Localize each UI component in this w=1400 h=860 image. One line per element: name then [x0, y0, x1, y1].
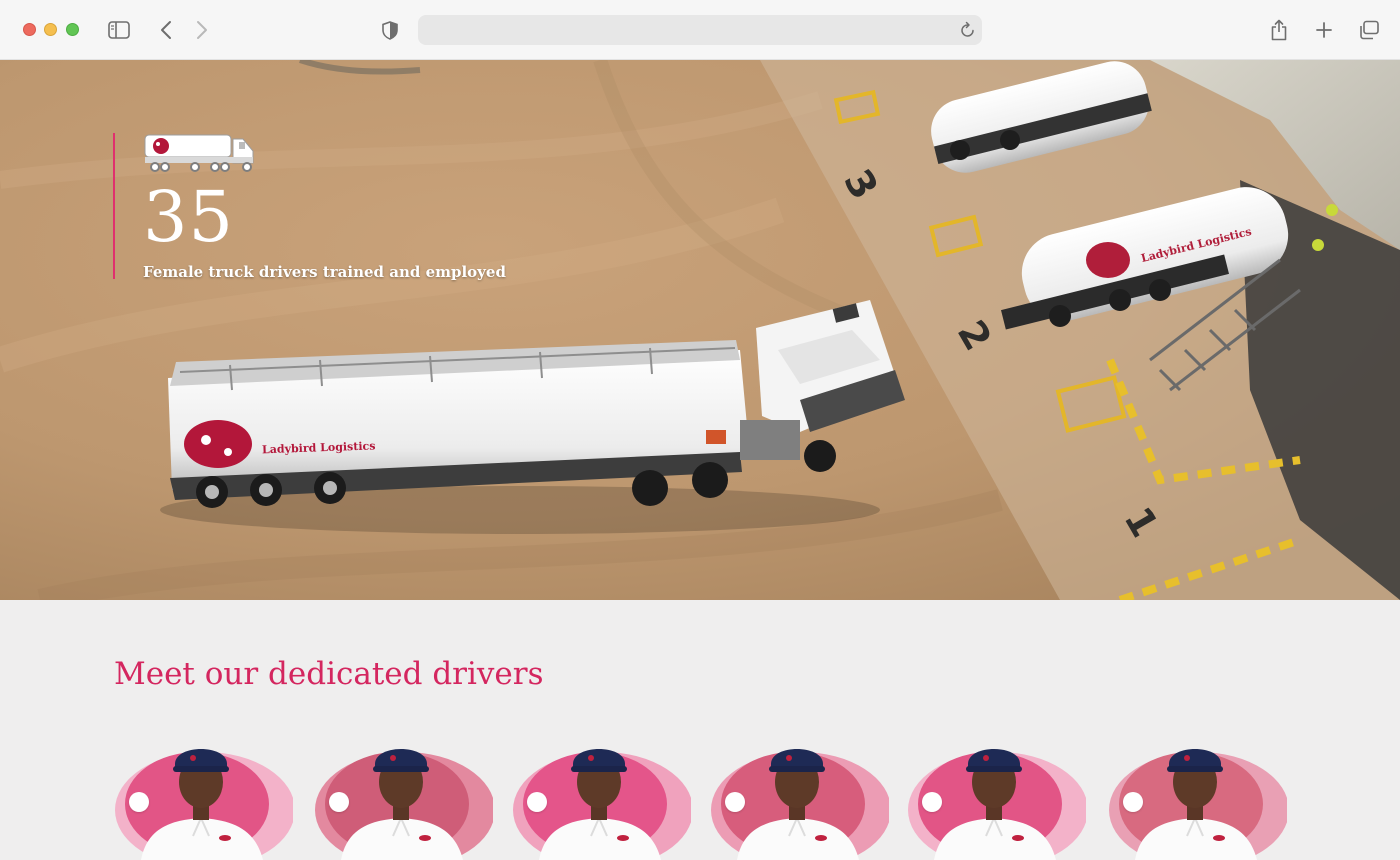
sidebar-icon[interactable] [107, 18, 131, 42]
driver-select-radio[interactable] [922, 792, 942, 812]
driver-select-radio[interactable] [1123, 792, 1143, 812]
driver-card-4[interactable] [709, 730, 889, 860]
driver-select-radio[interactable] [329, 792, 349, 812]
driver-select-radio[interactable] [527, 792, 547, 812]
stat-block: 35 Female truck drivers trained and empl… [113, 133, 506, 281]
shield-icon[interactable] [380, 18, 400, 42]
hero-section: 3 2 1 Ladybird Logistics Ladybird Logist… [0, 60, 1400, 600]
driver-card-6[interactable] [1107, 730, 1287, 860]
browser-window: 3 2 1 Ladybird Logistics Ladybird Logist… [0, 0, 1400, 860]
drivers-section: Meet our dedicated drivers [0, 600, 1400, 860]
new-tab-icon[interactable] [1313, 18, 1335, 42]
close-window-button[interactable] [23, 23, 36, 36]
driver-card-2[interactable] [313, 730, 493, 860]
zoom-window-button[interactable] [66, 23, 79, 36]
tabs-overview-icon[interactable] [1357, 18, 1381, 42]
driver-card-1[interactable] [113, 730, 293, 860]
address-bar[interactable] [418, 15, 982, 45]
driver-card-3[interactable] [511, 730, 691, 860]
driver-card-5[interactable] [906, 730, 1086, 860]
reload-icon[interactable] [960, 21, 976, 44]
drivers-title: Meet our dedicated drivers [114, 656, 544, 692]
driver-select-radio[interactable] [725, 792, 745, 812]
stat-caption: Female truck drivers trained and employe… [143, 263, 506, 281]
minimize-window-button[interactable] [44, 23, 57, 36]
back-icon[interactable] [156, 18, 176, 42]
browser-toolbar [0, 0, 1400, 60]
share-icon[interactable] [1268, 18, 1290, 42]
stat-number: 35 [143, 176, 235, 258]
tanker-truck-icon [143, 133, 255, 175]
driver-select-radio[interactable] [129, 792, 149, 812]
forward-icon[interactable] [192, 18, 212, 42]
